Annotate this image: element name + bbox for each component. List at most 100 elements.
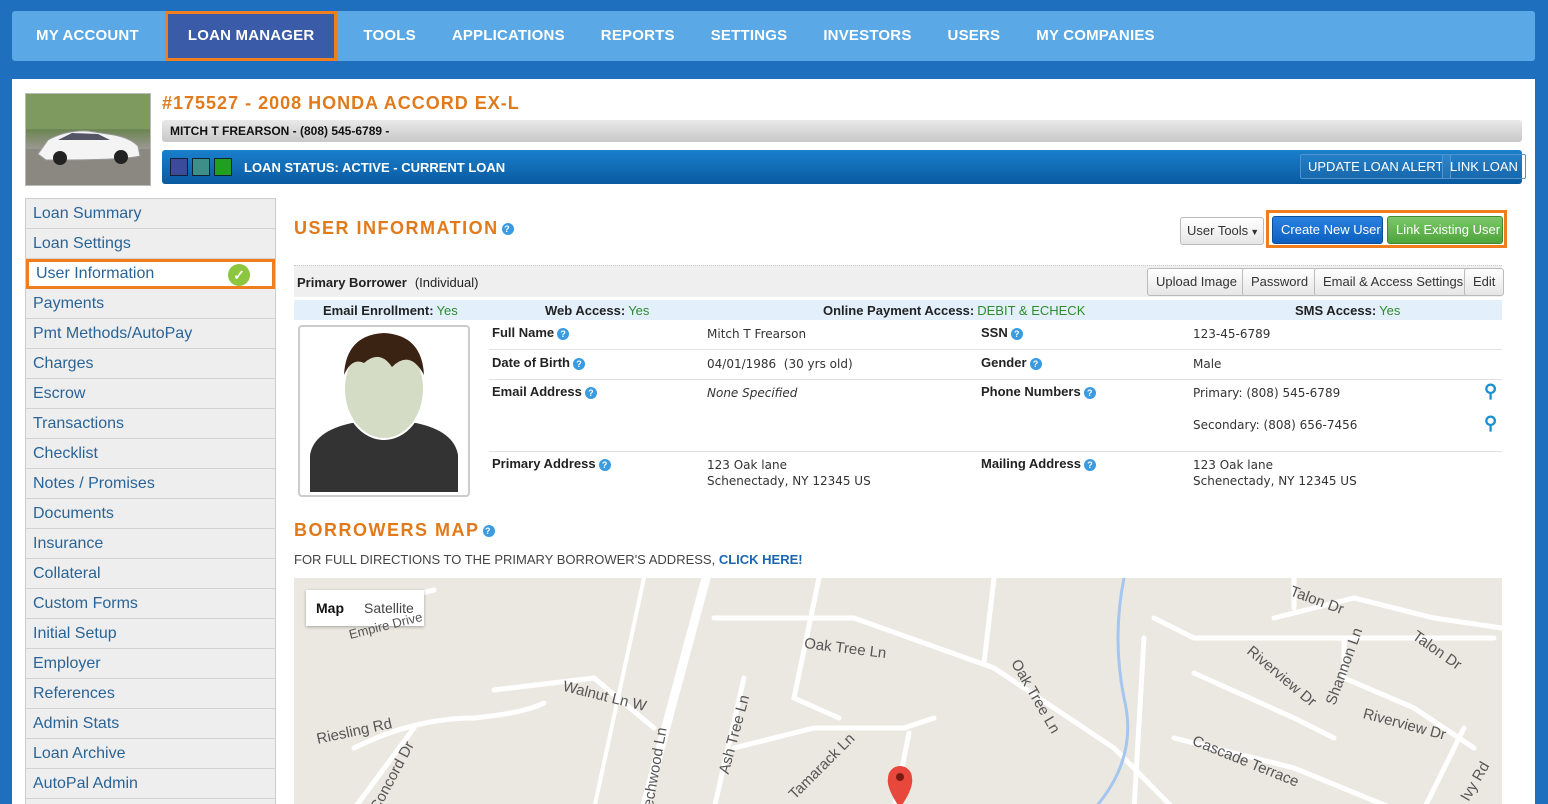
- user-tools-dropdown[interactable]: User Tools ▼: [1180, 217, 1264, 245]
- help-icon[interactable]: ?: [1029, 357, 1042, 370]
- sidebar-item-checklist[interactable]: Checklist: [26, 439, 275, 469]
- mailing-address-line2: Schenectady, NY 12345 US: [1193, 474, 1357, 488]
- help-icon[interactable]: ?: [501, 223, 514, 236]
- label-text: SSN: [981, 325, 1008, 340]
- nav-reports[interactable]: REPORTS: [589, 11, 687, 61]
- directions-link[interactable]: CLICK HERE!: [719, 552, 803, 567]
- nav-my-companies[interactable]: MY COMPANIES: [1024, 11, 1167, 61]
- nav-investors[interactable]: INVESTORS: [811, 11, 923, 61]
- upload-image-button[interactable]: Upload Image: [1147, 268, 1246, 296]
- help-icon[interactable]: ?: [584, 386, 597, 399]
- link-loan-button[interactable]: LINK LOAN: [1442, 154, 1526, 179]
- map-view-button[interactable]: Map: [306, 590, 354, 626]
- sidebar-item-label: Collateral: [33, 565, 101, 582]
- edit-button[interactable]: Edit: [1464, 268, 1505, 296]
- label-text: Date of Birth: [492, 355, 570, 370]
- label-text: Full Name: [492, 325, 555, 340]
- sidebar-item-label: Transactions: [33, 415, 124, 432]
- link-existing-user-button[interactable]: Link Existing User: [1387, 216, 1503, 244]
- checkmark-icon: ✓: [228, 264, 250, 286]
- sidebar-item-autopal-admin[interactable]: AutoPal Admin: [26, 769, 275, 799]
- help-icon[interactable]: ?: [482, 525, 495, 538]
- phone-secondary-value: Secondary: (808) 656-7456: [1193, 418, 1358, 432]
- sidebar-item-charges[interactable]: Charges: [26, 349, 275, 379]
- sidebar-item-pmt-methods[interactable]: Pmt Methods/AutoPay: [26, 319, 275, 349]
- email-access-settings-button[interactable]: Email & Access Settings: [1314, 268, 1473, 296]
- nav-tools[interactable]: TOOLS: [351, 11, 427, 61]
- status-label: SMS Access:: [1295, 303, 1377, 318]
- dropdown-label: User Tools: [1187, 223, 1249, 238]
- create-new-user-button[interactable]: Create New User: [1272, 216, 1383, 244]
- sidebar-item-insurance[interactable]: Insurance: [26, 529, 275, 559]
- update-loan-alert-button[interactable]: UPDATE LOAN ALERT: [1300, 154, 1452, 179]
- top-nav: MY ACCOUNT LOAN MANAGER TOOLS APPLICATIO…: [12, 11, 1535, 61]
- borrower-summary: MITCH T FREARSON - (808) 545-6789 -: [162, 120, 1522, 142]
- help-icon[interactable]: ?: [1083, 386, 1096, 399]
- status-value: DEBIT & ECHECK: [977, 303, 1086, 318]
- sidebar-item-loan-settings[interactable]: Loan Settings: [26, 229, 275, 259]
- phone-primary-value: Primary: (808) 545-6789: [1193, 386, 1341, 400]
- help-icon[interactable]: ?: [1083, 458, 1096, 471]
- status-value: Yes: [628, 303, 650, 318]
- sidebar-item-label: Charges: [33, 355, 94, 372]
- status-swatch-2[interactable]: [192, 158, 210, 176]
- mailing-address-line1: 123 Oak lane: [1193, 458, 1273, 472]
- sidebar-item-label: Custom Forms: [33, 595, 138, 612]
- sidebar-item-notes-promises[interactable]: Notes / Promises: [26, 469, 275, 499]
- sidebar-item-payments[interactable]: Payments: [26, 289, 275, 319]
- online-payment-access-status: Online Payment Access: DEBIT & ECHECK: [823, 303, 1085, 318]
- label-text: Gender: [981, 355, 1027, 370]
- mailing-address-label: Mailing Address?: [981, 456, 1096, 471]
- nav-loan-manager[interactable]: LOAN MANAGER: [164, 11, 338, 61]
- sidebar-item-documents[interactable]: Documents: [26, 499, 275, 529]
- loan-sidebar: Loan Summary Loan Settings User Informat…: [25, 198, 276, 804]
- row-divider: [489, 451, 1502, 452]
- sidebar-item-references[interactable]: References: [26, 679, 275, 709]
- row-divider: [489, 349, 1502, 350]
- sidebar-item-admin-stats[interactable]: Admin Stats: [26, 709, 275, 739]
- borrower-type: (Individual): [414, 275, 479, 290]
- sidebar-item-label: AutoPal Admin: [33, 775, 138, 792]
- sidebar-item-loan-archive[interactable]: Loan Archive: [26, 739, 275, 769]
- status-value: Yes: [436, 303, 458, 318]
- user-avatar: [298, 325, 470, 497]
- nav-users[interactable]: USERS: [936, 11, 1013, 61]
- password-button[interactable]: Password: [1242, 268, 1318, 296]
- loan-title: #175527 - 2008 HONDA ACCORD EX-L: [162, 93, 520, 113]
- sidebar-item-initial-setup[interactable]: Initial Setup: [26, 619, 275, 649]
- locate-phone-icon[interactable]: ⚲: [1484, 381, 1497, 402]
- sidebar-item-collateral[interactable]: Collateral: [26, 559, 275, 589]
- status-value: Yes: [1379, 303, 1401, 318]
- gender-label: Gender?: [981, 355, 1042, 370]
- sidebar-item-label: Loan Archive: [33, 745, 126, 762]
- section-title-text: USER INFORMATION: [294, 218, 499, 238]
- status-swatch-1[interactable]: [170, 158, 188, 176]
- gender-value: Male: [1193, 357, 1222, 371]
- nav-applications[interactable]: APPLICATIONS: [440, 11, 577, 61]
- nav-my-account[interactable]: MY ACCOUNT: [24, 11, 151, 61]
- phone-numbers-label: Phone Numbers?: [981, 384, 1096, 399]
- help-icon[interactable]: ?: [573, 357, 585, 370]
- borrower-map[interactable]: Map Satellite Empire Drive Oak Tree Ln O…: [294, 578, 1502, 804]
- full-name-value: Mitch T Frearson: [707, 327, 807, 341]
- ssn-value: 123-45-6789: [1193, 327, 1271, 341]
- main-panel: #175527 - 2008 HONDA ACCORD EX-L MITCH T…: [12, 79, 1535, 804]
- sidebar-item-employer[interactable]: Employer: [26, 649, 275, 679]
- sidebar-item-user-information[interactable]: User Information ✓: [26, 259, 275, 289]
- sms-access-status: SMS Access: Yes: [1295, 303, 1400, 318]
- sidebar-item-transactions[interactable]: Transactions: [26, 409, 275, 439]
- map-directions-note: FOR FULL DIRECTIONS TO THE PRIMARY BORRO…: [294, 552, 803, 567]
- sidebar-item-escrow[interactable]: Escrow: [26, 379, 275, 409]
- status-swatch-3[interactable]: [214, 158, 232, 176]
- primary-address-line2: Schenectady, NY 12345 US: [707, 474, 871, 488]
- help-icon[interactable]: ?: [557, 327, 570, 340]
- email-enrollment-status: Email Enrollment: Yes: [323, 303, 458, 318]
- loan-status-bar: LOAN STATUS: ACTIVE - CURRENT LOAN UPDAT…: [162, 150, 1526, 184]
- sidebar-item-label: Insurance: [33, 535, 104, 552]
- help-icon[interactable]: ?: [598, 458, 611, 471]
- locate-phone-icon[interactable]: ⚲: [1484, 413, 1497, 434]
- nav-settings[interactable]: SETTINGS: [699, 11, 800, 61]
- sidebar-item-loan-summary[interactable]: Loan Summary: [26, 199, 275, 229]
- help-icon[interactable]: ?: [1010, 327, 1023, 340]
- sidebar-item-custom-forms[interactable]: Custom Forms: [26, 589, 275, 619]
